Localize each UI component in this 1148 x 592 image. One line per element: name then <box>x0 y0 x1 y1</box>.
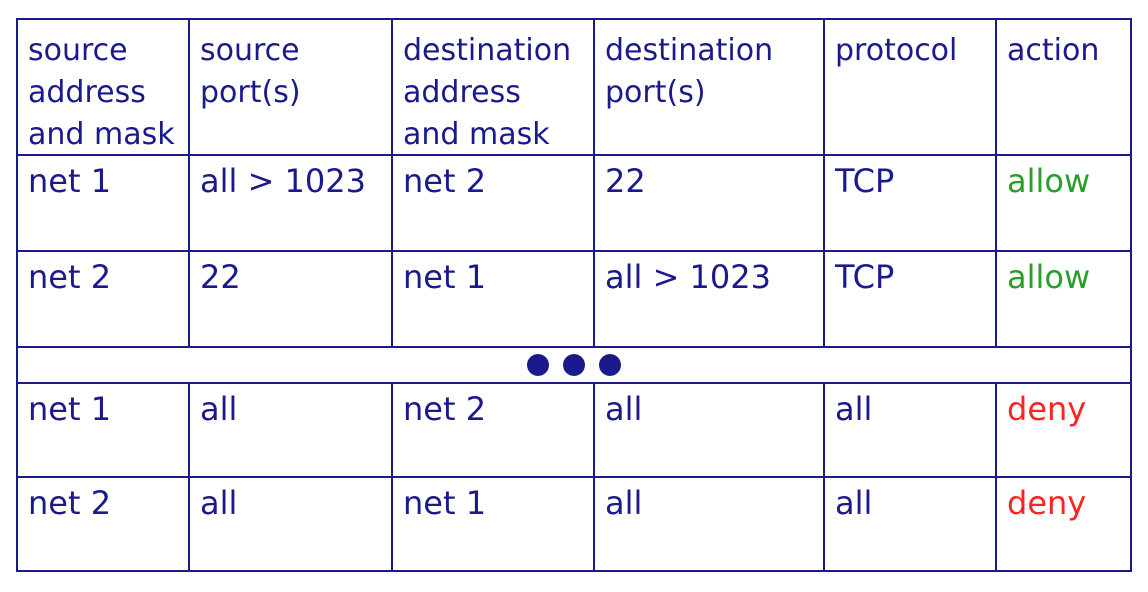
cell-protocol: all <box>825 478 997 572</box>
cell-protocol: all <box>825 384 997 476</box>
cell-destination-address: net 1 <box>393 252 595 346</box>
cell-destination-ports: all <box>595 384 825 476</box>
cell-action: allow <box>1007 258 1091 296</box>
cell-source-ports: 22 <box>190 252 393 346</box>
cell-protocol: TCP <box>825 252 997 346</box>
cell-destination-ports: all > 1023 <box>595 252 825 346</box>
cell-source-address: net 2 <box>18 478 190 572</box>
cell-action: allow <box>1007 162 1091 200</box>
cell-destination-address: net 1 <box>393 478 595 572</box>
ellipsis-row <box>18 348 1130 384</box>
firewall-rules-table: source address and mask source port(s) d… <box>16 18 1132 572</box>
header-destination-ports: destination port(s) <box>595 20 825 154</box>
cell-destination-ports: all <box>595 478 825 572</box>
header-source-address: source address and mask <box>18 20 190 154</box>
cell-source-ports: all <box>190 478 393 572</box>
cell-protocol: TCP <box>825 156 997 250</box>
cell-destination-address: net 2 <box>393 156 595 250</box>
ellipsis-dots <box>18 348 1130 382</box>
cell-source-address: net 1 <box>18 156 190 250</box>
table-header-row: source address and mask source port(s) d… <box>18 20 1130 156</box>
cell-destination-ports: 22 <box>595 156 825 250</box>
cell-action: deny <box>1007 484 1087 522</box>
table-row: net 2 22 net 1 all > 1023 TCP allow <box>18 252 1130 348</box>
header-destination-address: destination address and mask <box>393 20 595 154</box>
cell-action: deny <box>1007 390 1087 428</box>
header-protocol: protocol <box>825 20 997 154</box>
dot-icon <box>563 354 585 376</box>
cell-source-ports: all > 1023 <box>190 156 393 250</box>
cell-source-address: net 2 <box>18 252 190 346</box>
table-row: net 1 all > 1023 net 2 22 TCP allow <box>18 156 1130 252</box>
header-action: action <box>1007 33 1100 68</box>
cell-source-address: net 1 <box>18 384 190 476</box>
table-row: net 2 all net 1 all all deny <box>18 478 1130 572</box>
cell-destination-address: net 2 <box>393 384 595 476</box>
cell-source-ports: all <box>190 384 393 476</box>
header-source-ports: source port(s) <box>190 20 393 154</box>
dot-icon <box>527 354 549 376</box>
table-row: net 1 all net 2 all all deny <box>18 384 1130 478</box>
dot-icon <box>599 354 621 376</box>
